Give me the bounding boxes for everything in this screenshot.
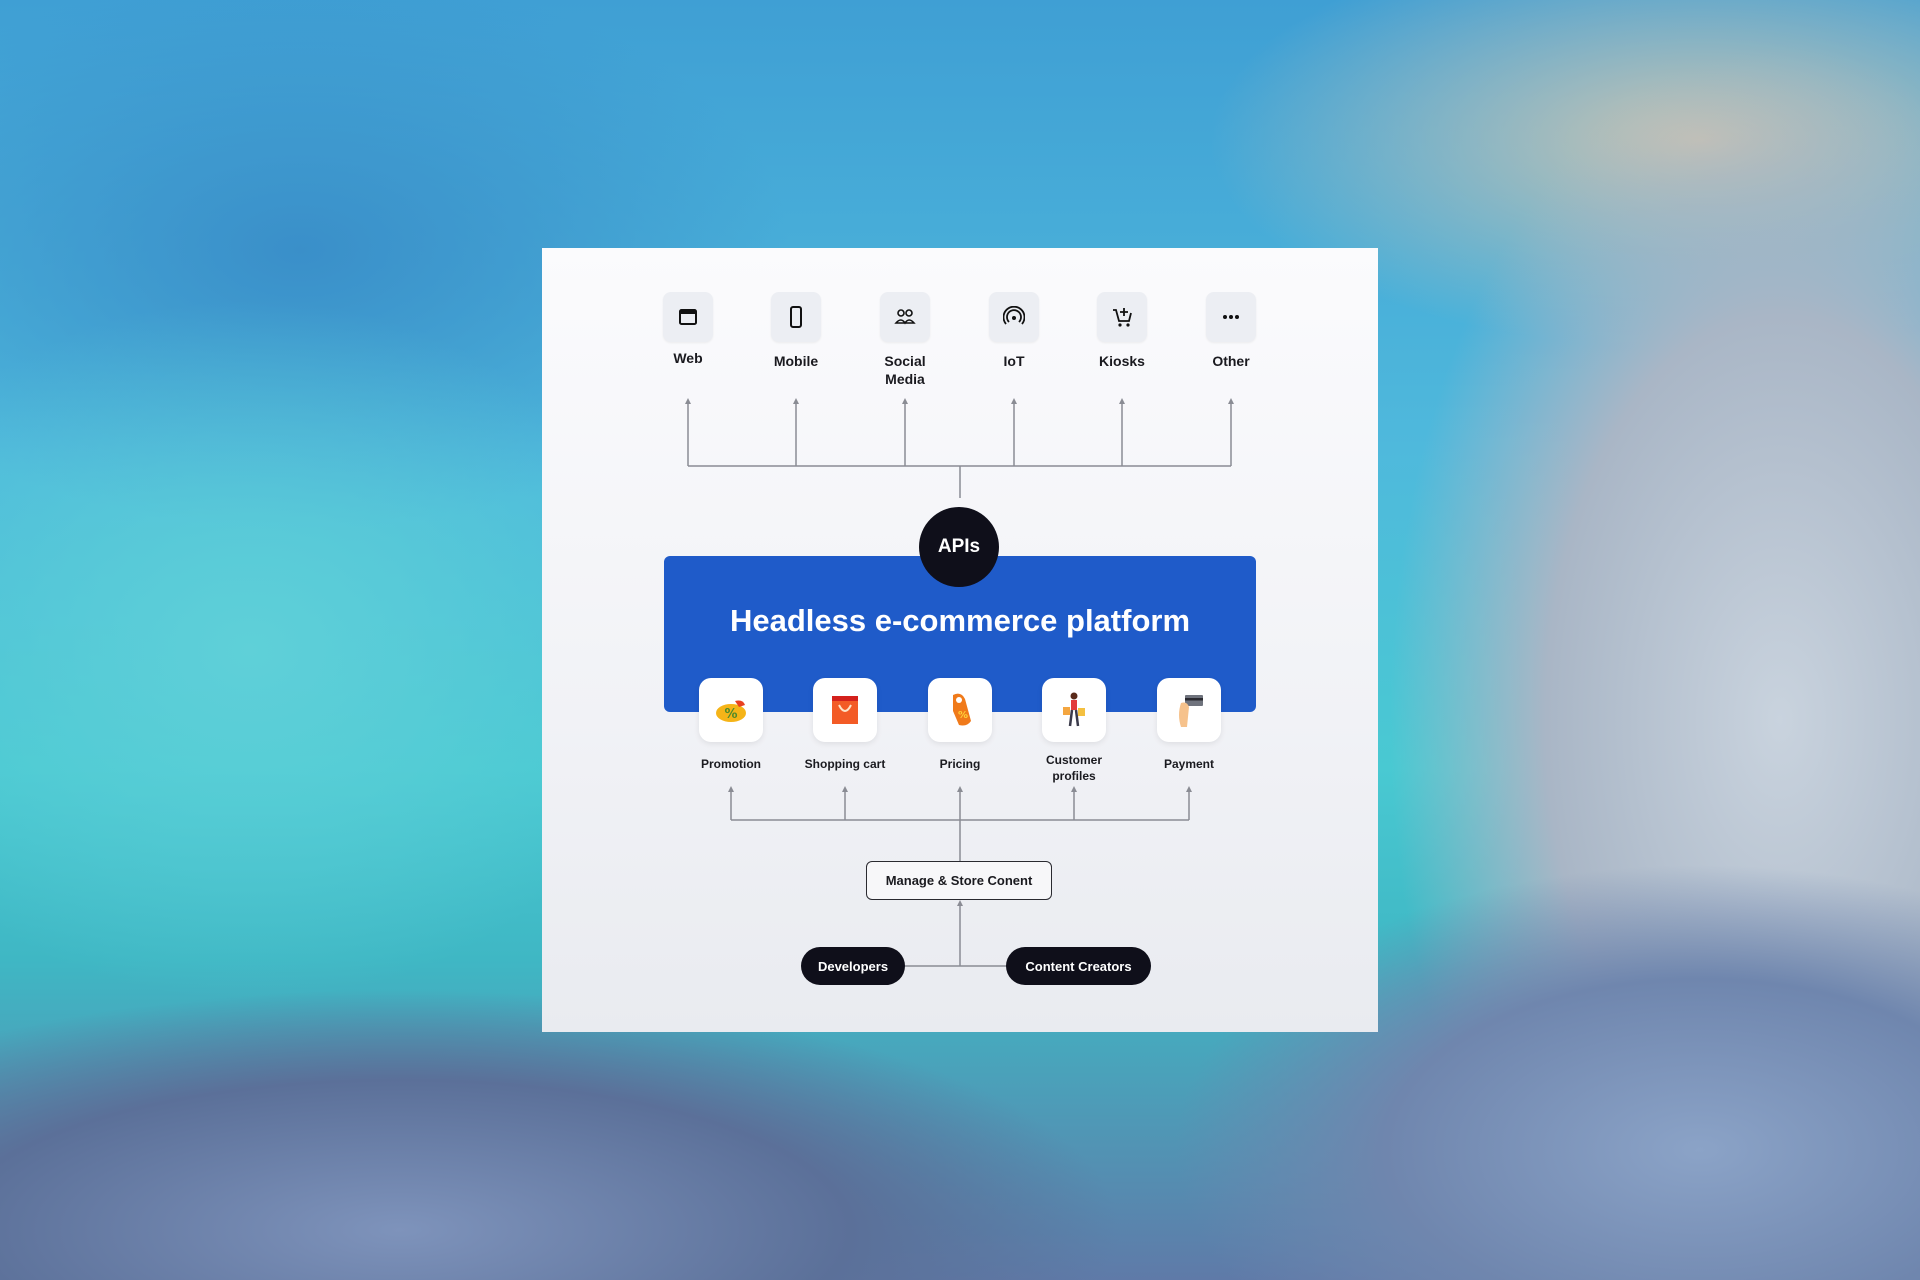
channel-web-label: Web bbox=[673, 350, 703, 366]
feature-customer-tile bbox=[1042, 678, 1106, 742]
browser-window-icon bbox=[679, 309, 697, 325]
feature-promotion-tile: % bbox=[699, 678, 763, 742]
channel-social-tile bbox=[880, 292, 930, 342]
feature-customer-label-line2: profiles bbox=[1052, 769, 1096, 783]
feature-customer-label: Customer profiles bbox=[1014, 752, 1134, 784]
apis-label: APIs bbox=[937, 536, 981, 557]
feature-payment-label: Payment bbox=[1163, 757, 1215, 771]
feature-pricing-tile: % bbox=[928, 678, 992, 742]
feature-cart-tile bbox=[813, 678, 877, 742]
channel-other-label: Other bbox=[1212, 353, 1250, 369]
svg-text:%: % bbox=[724, 707, 737, 722]
channel-iot-label: IoT bbox=[1003, 353, 1025, 369]
content-creators-label: Content Creators bbox=[1025, 958, 1132, 974]
smartphone-icon bbox=[790, 306, 802, 328]
shopper-icon bbox=[1063, 692, 1085, 727]
feature-promotion-label: Promotion bbox=[701, 757, 761, 771]
channel-mobile-tile bbox=[771, 292, 821, 342]
channel-kiosks-tile bbox=[1097, 292, 1147, 342]
card-payment-icon bbox=[1179, 695, 1203, 727]
channel-web-tile bbox=[663, 292, 713, 342]
feature-cart-label: Shopping cart bbox=[804, 757, 886, 771]
promotion-tag-icon: % bbox=[716, 700, 746, 722]
channel-social-label-line2: Media bbox=[885, 371, 925, 387]
svg-text:%: % bbox=[958, 710, 968, 721]
people-icon bbox=[894, 309, 916, 325]
feature-pricing-label: Pricing bbox=[939, 757, 981, 771]
manage-store-content-label: Manage & Store Conent bbox=[885, 873, 1033, 888]
feature-customer-label-line1: Customer bbox=[1045, 753, 1102, 767]
more-dots-icon bbox=[1223, 315, 1239, 319]
channel-social-label-line1: Social bbox=[884, 353, 926, 369]
channel-kiosks-label: Kiosks bbox=[1099, 353, 1145, 369]
channel-other-tile bbox=[1206, 292, 1256, 342]
manage-store-content-box: Manage & Store Conent bbox=[866, 861, 1052, 900]
channel-mobile-label: Mobile bbox=[773, 353, 819, 369]
apis-badge: APIs bbox=[919, 507, 999, 587]
price-tag-icon: % bbox=[953, 693, 971, 726]
content-creators-badge: Content Creators bbox=[1006, 947, 1151, 985]
channel-iot-tile bbox=[989, 292, 1039, 342]
channel-social-label: Social Media bbox=[845, 352, 965, 388]
cart-plus-icon bbox=[1113, 308, 1132, 327]
feature-payment-tile bbox=[1157, 678, 1221, 742]
wireless-signal-icon bbox=[1003, 306, 1025, 325]
developers-label: Developers bbox=[817, 958, 889, 974]
developers-badge: Developers bbox=[801, 947, 905, 985]
platform-title: Headless e-commerce platform bbox=[729, 603, 1191, 638]
shopping-bag-icon bbox=[832, 696, 858, 724]
